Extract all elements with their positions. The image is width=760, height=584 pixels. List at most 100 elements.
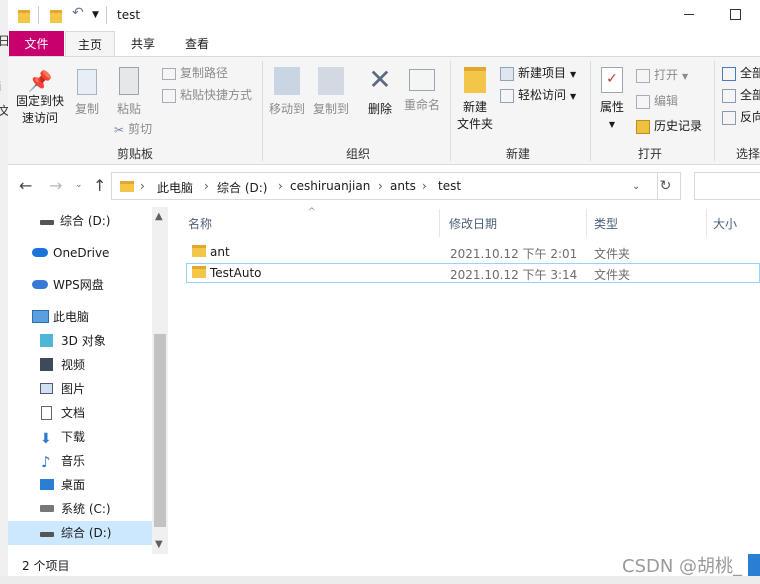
new-folder-button[interactable]: 新建 文件夹 — [454, 65, 496, 133]
picture-icon — [40, 383, 53, 394]
column-header-size[interactable]: 大小 — [713, 215, 737, 232]
bottom-edge — [0, 576, 760, 584]
download-arrow-icon: ⬇ — [40, 431, 52, 447]
undo-icon[interactable]: ↶ — [72, 5, 84, 21]
title-bar: ↶ ▼ test — [8, 0, 760, 31]
file-type: 文件夹 — [594, 268, 631, 282]
nav-item-label: 桌面 — [61, 478, 86, 492]
new-item-label: 新建项目 — [518, 66, 567, 80]
nav-item-videos[interactable]: 视频 — [8, 353, 152, 377]
paste-button[interactable]: 粘贴 — [112, 67, 146, 118]
view-toggle-button[interactable] — [748, 554, 760, 576]
nav-item-desktop[interactable]: 桌面 — [8, 473, 152, 497]
history-label: 历史记录 — [654, 119, 703, 133]
nav-item-label: 文档 — [61, 406, 86, 420]
minimize-button[interactable] — [684, 14, 694, 15]
breadcrumb-test[interactable]: test — [438, 179, 461, 193]
windows-drive-icon — [40, 505, 54, 512]
column-header-name[interactable]: 名称 — [188, 215, 212, 232]
nav-item-drive-d[interactable]: 综合 (D:) — [8, 209, 152, 233]
breadcrumb-drive-d[interactable]: 综合 (D:) — [217, 179, 267, 196]
rename-label: 重命名 — [403, 98, 440, 112]
group-divider — [450, 61, 451, 161]
nav-item-music[interactable]: ♪ 音乐 — [8, 449, 152, 473]
item-count: 2 个项目 — [22, 559, 70, 573]
edit-button[interactable]: 编辑 — [636, 91, 678, 111]
ribbon: 📌 固定到快 速访问 复制 粘贴 复制路径 粘贴快捷方式 ✂ 剪切 剪贴板 移动到… — [8, 56, 760, 165]
forward-arrow-icon[interactable]: → — [49, 176, 62, 195]
column-divider[interactable] — [439, 209, 440, 237]
chevron-down-icon[interactable]: ⌄ — [75, 180, 83, 190]
tab-file[interactable]: 文件 — [9, 31, 64, 57]
cloud-icon — [32, 248, 48, 257]
move-to-icon — [274, 67, 300, 95]
file-row-focused[interactable]: TestAuto 2021.10.12 下午 3:14 文件夹 — [186, 263, 760, 283]
breadcrumb-this-pc[interactable]: 此电脑 — [157, 179, 193, 196]
scrollbar-thumb[interactable] — [154, 334, 166, 527]
background-window-strip: 日 i 文 — [0, 0, 10, 584]
column-header-date[interactable]: 修改日期 — [449, 215, 497, 232]
properties-quick-icon[interactable] — [50, 8, 62, 23]
nav-item-label: 下载 — [61, 430, 86, 444]
delete-button[interactable]: ✕ 删除 — [362, 65, 398, 118]
select-all-button[interactable]: 全部 — [722, 63, 760, 83]
paste-shortcut-button[interactable]: 粘贴快捷方式 — [162, 85, 252, 105]
copy-path-button[interactable]: 复制路径 — [162, 63, 228, 83]
properties-button[interactable]: ✓ 属性 ▼ — [594, 67, 630, 133]
new-folder-icon — [464, 67, 486, 93]
tab-view[interactable]: 查看 — [174, 31, 220, 57]
move-to-button[interactable]: 移动到 — [266, 67, 308, 118]
history-button[interactable]: 历史记录 — [636, 116, 702, 136]
nav-item-documents[interactable]: 文档 — [8, 401, 152, 425]
search-input[interactable] — [694, 172, 760, 200]
nav-item-this-pc[interactable]: 此电脑 — [8, 305, 152, 329]
nav-item-drive-d-selected[interactable]: 综合 (D:) — [8, 521, 152, 545]
rename-button[interactable]: 重命名 — [402, 67, 442, 114]
folder-icon — [120, 181, 134, 192]
select-none-button[interactable]: 全部 — [722, 85, 760, 105]
nav-item-label: 3D 对象 — [61, 334, 106, 348]
nav-item-downloads[interactable]: ⬇ 下载 — [8, 425, 152, 449]
column-header-type[interactable]: 类型 — [594, 215, 618, 232]
pin-quick-access-button[interactable]: 📌 固定到快 速访问 — [12, 69, 68, 127]
new-group-label: 新建 — [505, 147, 530, 161]
breadcrumb-separator: › — [278, 179, 283, 193]
nav-item-wps[interactable]: WPS网盘 — [8, 273, 152, 297]
copy-button[interactable]: 复制 — [70, 69, 104, 118]
nav-item-3d-objects[interactable]: 3D 对象 — [8, 329, 152, 353]
nav-item-pictures[interactable]: 图片 — [8, 377, 152, 401]
copy-to-button[interactable]: 复制到 — [310, 67, 352, 118]
group-divider — [590, 61, 591, 161]
chevron-up-icon[interactable]: ▲ — [155, 211, 163, 222]
nav-item-drive-c[interactable]: 系统 (C:) — [8, 497, 152, 521]
chevron-down-icon[interactable]: ⌄ — [632, 181, 640, 192]
nav-item-label: 综合 (D:) — [61, 526, 112, 540]
clipboard-icon — [119, 67, 139, 95]
cut-button[interactable]: ✂ 剪切 — [114, 119, 152, 139]
column-divider[interactable] — [586, 209, 587, 237]
back-arrow-icon[interactable]: ← — [19, 176, 32, 195]
file-row[interactable]: ant 2021.10.12 下午 2:01 文件夹 — [186, 242, 760, 262]
divider — [106, 6, 107, 24]
breadcrumb-ceshiruanjian[interactable]: ceshiruanjian — [290, 179, 370, 193]
copy-to-icon — [318, 67, 344, 95]
new-item-button[interactable]: 新建项目 ▼ — [500, 63, 576, 83]
breadcrumb-ants[interactable]: ants — [390, 179, 416, 193]
column-divider[interactable] — [706, 209, 707, 237]
invert-selection-button[interactable]: 反向 — [722, 107, 760, 127]
breadcrumb-separator: › — [422, 179, 427, 193]
cube-icon — [40, 334, 53, 347]
tab-share[interactable]: 共享 — [120, 31, 166, 57]
chevron-down-icon[interactable]: ▼ — [92, 10, 104, 24]
easy-access-button[interactable]: 轻松访问 ▼ — [500, 85, 576, 105]
tab-home[interactable]: 主页 — [65, 31, 115, 57]
open-button[interactable]: 打开 ▼ — [636, 65, 688, 85]
up-arrow-icon[interactable]: ↑ — [93, 176, 106, 195]
maximize-button[interactable] — [730, 9, 741, 20]
refresh-button[interactable]: ↻ — [651, 172, 681, 200]
chevron-down-icon[interactable]: ▼ — [155, 539, 163, 550]
properties-icon: ✓ — [601, 67, 623, 93]
nav-scrollbar[interactable]: ▲ ▼ — [152, 207, 168, 554]
address-bar[interactable]: › 此电脑 › 综合 (D:) › ceshiruanjian › ants ›… — [111, 172, 658, 200]
nav-item-onedrive[interactable]: OneDrive — [8, 241, 152, 265]
